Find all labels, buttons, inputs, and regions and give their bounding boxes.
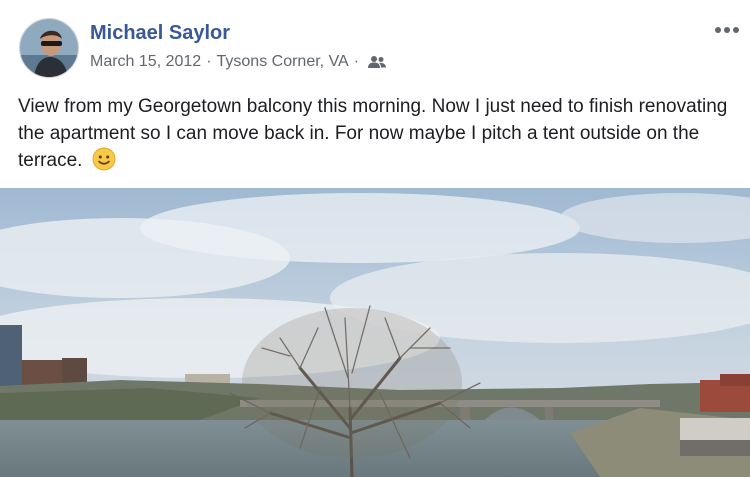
- post-header: Michael Saylor March 15, 2012 · Tysons C…: [0, 0, 750, 84]
- post-photo[interactable]: [0, 188, 750, 477]
- more-options-icon: [715, 27, 739, 33]
- more-options-button[interactable]: [712, 20, 742, 40]
- author-name[interactable]: Michael Saylor: [90, 22, 230, 45]
- friends-icon[interactable]: [367, 55, 387, 69]
- post-message: View from my Georgetown balcony this mor…: [18, 93, 728, 174]
- post-meta: March 15, 2012 · Tysons Corner, VA ·: [90, 53, 387, 71]
- avatar-photo: [20, 19, 78, 77]
- meta-separator: ·: [206, 53, 212, 70]
- avatar[interactable]: [19, 18, 79, 78]
- post-location[interactable]: Tysons Corner, VA: [217, 53, 349, 71]
- post-message-text: View from my Georgetown balcony this mor…: [18, 96, 728, 171]
- smiling-face-emoji: [92, 147, 116, 171]
- post-date[interactable]: March 15, 2012: [90, 53, 201, 71]
- meta-separator: ·: [353, 53, 360, 70]
